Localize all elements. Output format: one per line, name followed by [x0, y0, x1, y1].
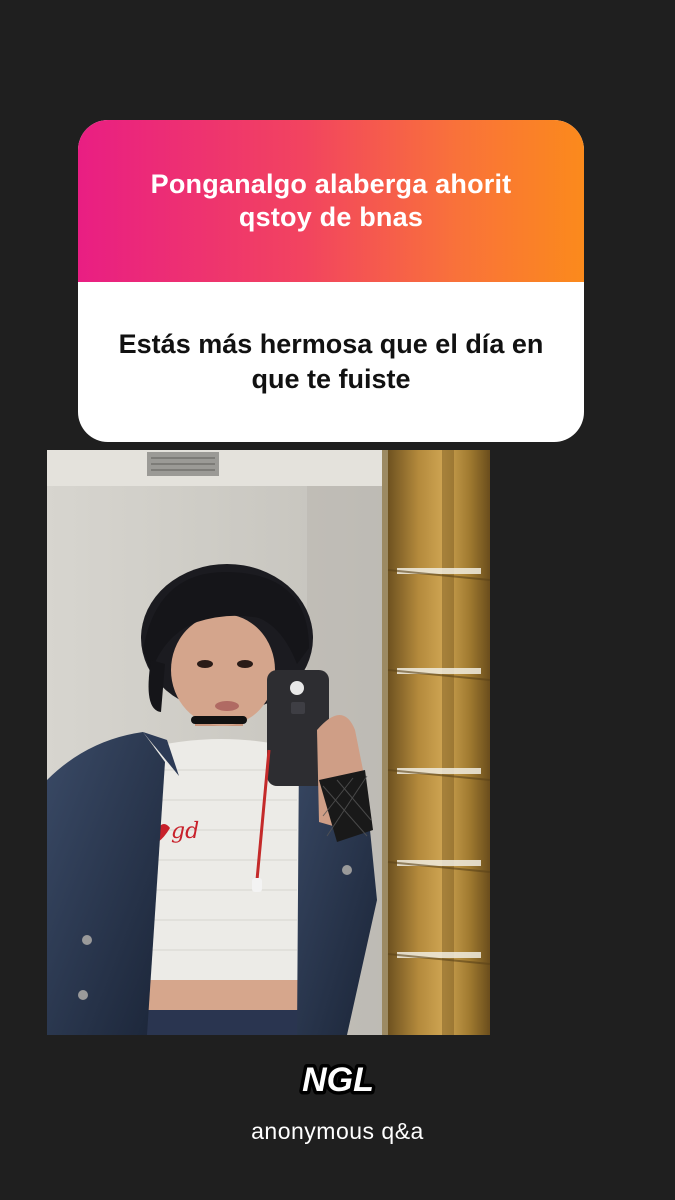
- qa-card: Ponganalgo alaberga ahorit qstoy de bnas…: [78, 120, 584, 442]
- photo-illustration: gd: [47, 450, 490, 1035]
- question-prompt-text: Ponganalgo alaberga ahorit qstoy de bnas: [150, 169, 512, 232]
- answer-body: Estás más hermosa que el día en que te f…: [78, 282, 584, 442]
- branding-footer: NGL anonymous q&a: [0, 1055, 675, 1145]
- answer-text: Estás más hermosa que el día en que te f…: [118, 329, 544, 394]
- mirror-selfie-photo: gd: [47, 450, 490, 1035]
- ngl-logo-mark: NGL: [298, 1058, 377, 1103]
- ngl-logo: NGL: [292, 1055, 384, 1106]
- question-prompt-header: Ponganalgo alaberga ahorit qstoy de bnas: [78, 120, 584, 282]
- ngl-logo-text: NGL: [302, 1061, 374, 1099]
- tagline: anonymous q&a: [251, 1118, 424, 1144]
- svg-text:gd: gd: [171, 819, 199, 844]
